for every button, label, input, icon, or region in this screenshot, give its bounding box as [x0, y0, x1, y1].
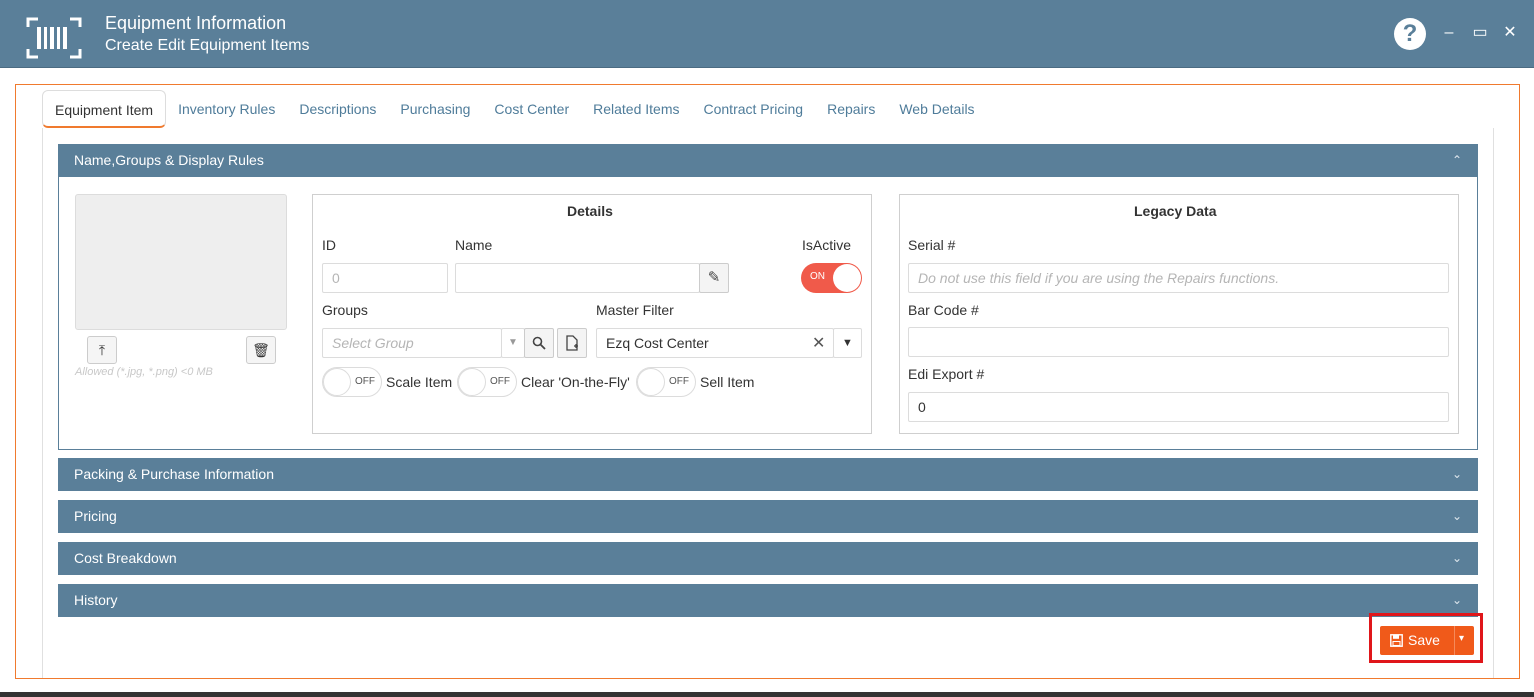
isactive-toggle[interactable]: ON — [801, 263, 862, 293]
master-filter-label: Master Filter — [596, 302, 674, 318]
toggle-off-text: OFF — [669, 376, 689, 387]
section-cost-breakdown-header[interactable]: Cost Breakdown ⌄ — [58, 542, 1478, 575]
maximize-icon[interactable]: ▭ — [1468, 20, 1492, 46]
save-separator — [1454, 626, 1455, 655]
floppy-disk-icon — [1390, 634, 1403, 647]
scale-item-toggle[interactable]: OFF — [322, 367, 382, 397]
tab-web-details[interactable]: Web Details — [887, 90, 986, 128]
barcode-field[interactable] — [908, 327, 1449, 357]
toggle-on-text: ON — [810, 271, 825, 282]
save-button[interactable]: Save ▾ — [1380, 626, 1474, 655]
toggle-knob — [637, 368, 665, 396]
clear-icon[interactable]: ✕ — [812, 333, 825, 353]
add-document-icon[interactable] — [557, 328, 587, 358]
close-icon[interactable]: ✕ — [1498, 20, 1522, 46]
tab-strip: Equipment Item Inventory Rules Descripti… — [42, 90, 987, 128]
serial-field[interactable]: Do not use this field if you are using t… — [908, 263, 1449, 293]
details-title: Details — [567, 203, 613, 219]
toggle-off-text: OFF — [355, 376, 375, 387]
help-icon[interactable]: ? — [1394, 18, 1426, 50]
section-title: Cost Breakdown — [74, 550, 177, 566]
upload-hint: Allowed (*.jpg, *.png) <0 MB — [75, 366, 213, 378]
master-filter-dropdown-icon[interactable]: ▼ — [833, 328, 862, 358]
toggle-knob — [323, 368, 351, 396]
serial-label: Serial # — [908, 237, 956, 253]
clear-on-the-fly-label: Clear 'On-the-Fly' — [521, 374, 630, 390]
scale-item-label: Scale Item — [386, 374, 453, 390]
title-bar: Equipment Information Create Edit Equipm… — [0, 0, 1534, 68]
section-title: Pricing — [74, 508, 117, 524]
toggle-knob — [458, 368, 486, 396]
barcode-label: Bar Code # — [908, 302, 979, 318]
clear-on-the-fly-toggle[interactable]: OFF — [457, 367, 517, 397]
tab-equipment-item[interactable]: Equipment Item — [42, 90, 167, 128]
caret-down-icon[interactable]: ▾ — [1459, 633, 1464, 644]
tab-inventory-rules[interactable]: Inventory Rules — [166, 90, 287, 128]
image-preview — [75, 194, 287, 330]
isactive-label: IsActive — [802, 237, 852, 253]
groups-dropdown-icon[interactable]: ▼ — [501, 328, 525, 358]
chevron-down-icon: ⌄ — [1451, 551, 1462, 565]
section-pricing-header[interactable]: Pricing ⌄ — [58, 500, 1478, 533]
toggle-knob — [833, 264, 861, 292]
edi-export-field[interactable]: 0 — [908, 392, 1449, 422]
chevron-down-icon: ⌄ — [1451, 509, 1462, 523]
sell-item-label: Sell Item — [700, 374, 755, 390]
groups-label: Groups — [322, 302, 368, 318]
id-label: ID — [322, 237, 336, 253]
upload-icon[interactable]: ⤒ — [87, 336, 117, 364]
edit-pencil-icon[interactable]: ✎ — [699, 263, 729, 293]
tab-descriptions[interactable]: Descriptions — [287, 90, 388, 128]
name-label: Name — [455, 237, 493, 253]
section-title: History — [74, 592, 118, 608]
chevron-up-icon: ⌃ — [1451, 153, 1462, 167]
legacy-data-title: Legacy Data — [1134, 203, 1217, 219]
search-icon[interactable] — [524, 328, 554, 358]
groups-select[interactable]: Select Group — [322, 328, 502, 358]
taskbar-edge — [0, 692, 1534, 697]
window-subtitle: Create Edit Equipment Items — [105, 37, 310, 54]
tab-contract-pricing[interactable]: Contract Pricing — [692, 90, 816, 128]
tab-purchasing[interactable]: Purchasing — [388, 90, 482, 128]
barcode-icon — [26, 17, 82, 59]
edi-export-label: Edi Export # — [908, 366, 985, 382]
section-name-groups-header[interactable]: Name,Groups & Display Rules ⌃ — [58, 144, 1478, 177]
tab-related-items[interactable]: Related Items — [581, 90, 691, 128]
master-filter-select[interactable]: Ezq Cost Center — [596, 328, 834, 358]
save-label: Save — [1408, 632, 1440, 648]
details-panel — [312, 194, 872, 434]
delete-icon[interactable]: 🗑 — [246, 336, 276, 364]
section-title: Name,Groups & Display Rules — [74, 152, 264, 168]
tab-repairs[interactable]: Repairs — [815, 90, 887, 128]
minimize-icon[interactable]: – — [1437, 20, 1461, 46]
section-packing-header[interactable]: Packing & Purchase Information ⌄ — [58, 458, 1478, 491]
sell-item-toggle[interactable]: OFF — [636, 367, 696, 397]
section-title: Packing & Purchase Information — [74, 466, 274, 482]
toggle-off-text: OFF — [490, 376, 510, 387]
window-title: Equipment Information — [105, 13, 287, 33]
chevron-down-icon: ⌄ — [1451, 467, 1462, 481]
section-history-header[interactable]: History ⌄ — [58, 584, 1478, 617]
tab-cost-center[interactable]: Cost Center — [482, 90, 581, 128]
name-field[interactable] — [455, 263, 700, 293]
id-field[interactable]: 0 — [322, 263, 448, 293]
